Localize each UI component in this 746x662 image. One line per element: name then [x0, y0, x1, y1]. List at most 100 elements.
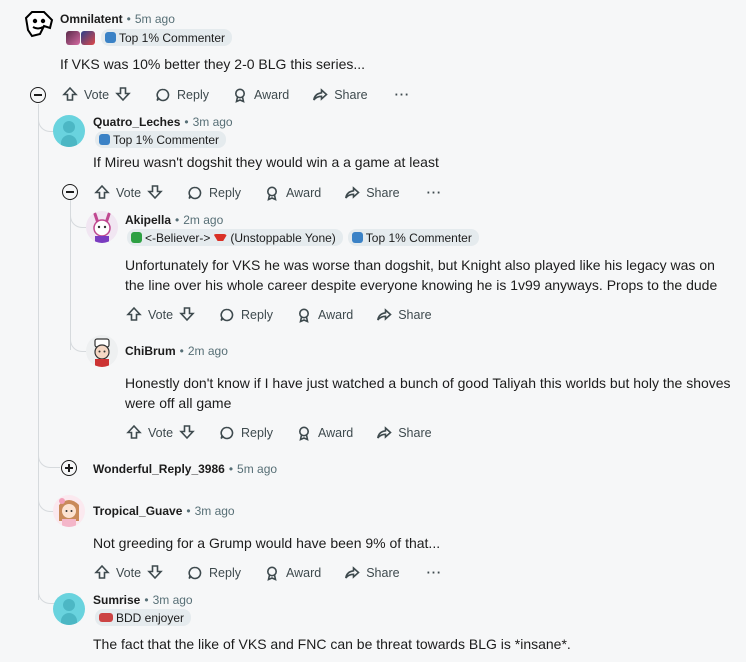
comment-header: Quatro_Leches • 3m ago [93, 115, 233, 129]
user-flair: Top 1% Commenter [101, 29, 233, 46]
comment-body: If Mireu wasn't dogshit they would win a… [93, 154, 439, 170]
comment-body: The fact that the like of VKS and FNC ca… [93, 636, 571, 652]
avatar[interactable] [53, 495, 85, 527]
more-options-button[interactable]: ··· [427, 186, 443, 200]
vote-label: Vote [148, 308, 174, 322]
timestamp[interactable]: 5m ago [237, 462, 277, 476]
timestamp[interactable]: 3m ago [195, 504, 235, 518]
reply-button[interactable]: Reply [187, 565, 241, 581]
downvote-icon[interactable] [147, 184, 163, 203]
username[interactable]: ChiBrum [125, 344, 176, 358]
bdd-flair-icon [99, 613, 113, 622]
separator-dot: • [184, 115, 189, 129]
upvote-icon[interactable] [62, 86, 78, 105]
award-button[interactable]: Award [296, 425, 353, 441]
flair-row: Top 1% Commenter [66, 29, 233, 46]
username[interactable]: Tropical_Guave [93, 504, 182, 518]
believer-icon [131, 232, 142, 243]
share-label: Share [366, 566, 400, 580]
award-label: Award [318, 308, 354, 322]
share-icon [377, 426, 392, 439]
timestamp[interactable]: 3m ago [193, 115, 233, 129]
timestamp[interactable]: 2m ago [188, 344, 228, 358]
thread-elbow [38, 580, 54, 604]
share-button[interactable]: Share [312, 87, 368, 103]
award-label: Award [254, 88, 290, 102]
team-logo-icon [213, 234, 228, 241]
share-button[interactable]: Share [376, 425, 432, 441]
share-label: Share [366, 186, 400, 200]
vote-group: Vote [94, 564, 163, 583]
avatar[interactable] [22, 8, 54, 40]
username[interactable]: Akipella [125, 213, 171, 227]
flair-row: <-Believer-> (Unstoppable Yone) Top 1% C… [127, 229, 479, 246]
reply-button[interactable]: Reply [219, 307, 273, 323]
more-options-button[interactable]: ··· [427, 566, 443, 580]
downvote-icon[interactable] [179, 424, 195, 443]
timestamp[interactable]: 2m ago [183, 213, 223, 227]
flair-label: Top 1% Commenter [119, 30, 226, 45]
collapse-thread-button[interactable] [62, 184, 78, 200]
reply-button[interactable]: Reply [219, 425, 273, 441]
upvote-icon[interactable] [94, 184, 110, 203]
share-button[interactable]: Share [344, 565, 400, 581]
comment-icon [220, 426, 234, 440]
username[interactable]: Sumrise [93, 593, 140, 607]
vote-label: Vote [148, 426, 174, 440]
reply-button[interactable]: Reply [155, 87, 209, 103]
upvote-icon[interactable] [94, 564, 110, 583]
comment-header: Akipella • 2m ago [125, 213, 223, 227]
share-label: Share [334, 88, 368, 102]
award-button[interactable]: Award [264, 185, 321, 201]
timestamp[interactable]: 5m ago [135, 12, 175, 26]
upvote-icon[interactable] [126, 424, 142, 443]
flair-label: <-Believer-> [145, 230, 211, 245]
avatar[interactable] [86, 211, 118, 243]
comment-body: Unfortunately for VKS he was worse than … [125, 257, 718, 293]
collapse-thread-button[interactable] [30, 87, 46, 103]
flair-label: (Unstoppable Yone) [230, 230, 336, 245]
comment-actions: Vote Reply Award Share ··· [62, 83, 410, 107]
award-button[interactable]: Award [264, 565, 321, 581]
avatar[interactable] [53, 115, 85, 147]
downvote-icon[interactable] [115, 86, 131, 105]
separator-dot: • [186, 504, 191, 518]
thread-elbow [38, 452, 60, 468]
award-button[interactable]: Award [232, 87, 289, 103]
expand-thread-button[interactable] [61, 460, 77, 476]
comment-icon [188, 566, 202, 580]
flair-label: BDD enjoyer [116, 610, 185, 625]
separator-dot: • [126, 12, 131, 26]
avatar[interactable] [86, 335, 118, 367]
thread-elbow [70, 200, 86, 228]
username[interactable]: Wonderful_Reply_3986 [93, 462, 225, 476]
reply-button[interactable]: Reply [187, 185, 241, 201]
downvote-icon[interactable] [147, 564, 163, 583]
avatar[interactable] [53, 593, 85, 625]
award-label: Award [318, 426, 354, 440]
reply-label: Reply [209, 186, 241, 200]
share-icon [345, 566, 360, 579]
separator-dot: • [144, 593, 149, 607]
username[interactable]: Omnilatent [60, 12, 123, 26]
share-button[interactable]: Share [344, 185, 400, 201]
reply-label: Reply [241, 426, 273, 440]
thread-line-root [38, 104, 39, 600]
user-flair: Top 1% Commenter [347, 229, 479, 246]
timestamp[interactable]: 3m ago [153, 593, 193, 607]
separator-dot: • [228, 462, 234, 476]
award-button[interactable]: Award [296, 307, 353, 323]
award-icon [299, 426, 309, 441]
thread-elbow [38, 104, 54, 132]
comment-body: Not greeding for a Grump would have been… [93, 535, 441, 551]
share-icon [377, 308, 392, 321]
username[interactable]: Quatro_Leches [93, 115, 180, 129]
downvote-icon[interactable] [179, 306, 195, 325]
more-options-button[interactable]: ··· [395, 88, 411, 102]
award-label: Award [286, 566, 322, 580]
reply-label: Reply [209, 566, 241, 580]
upvote-icon[interactable] [126, 306, 142, 325]
commenter-icon [351, 232, 363, 243]
share-button[interactable]: Share [376, 307, 432, 323]
award-icon [299, 308, 309, 323]
